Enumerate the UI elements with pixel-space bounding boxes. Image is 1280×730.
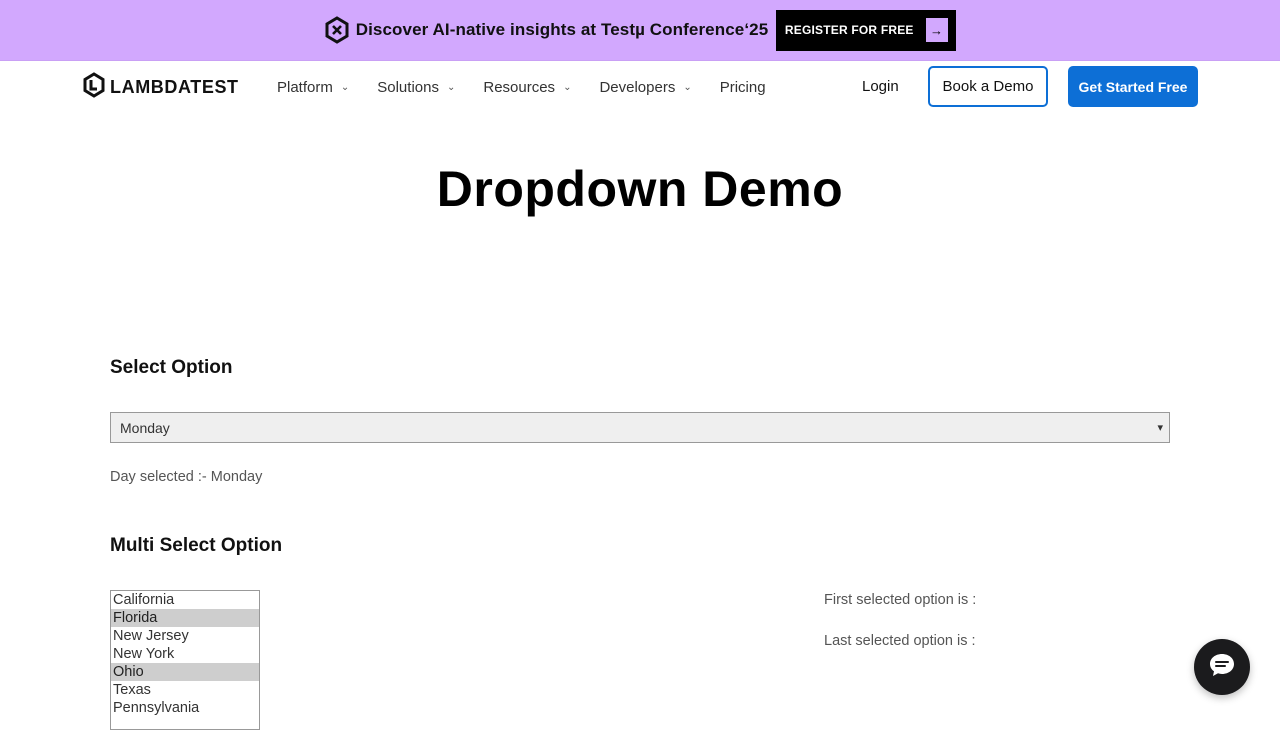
chevron-down-icon: ⌄ (446, 81, 456, 93)
first-selected-label: First selected option is : (824, 592, 977, 608)
menu-item-label: Developers (599, 78, 676, 96)
day-selected-result: Day selected :- Monday (110, 469, 263, 485)
menu-item-resources[interactable]: Resources ⌄ (483, 79, 571, 96)
brand-logo[interactable]: LAMBDATEST (82, 71, 239, 103)
register-button[interactable]: REGISTER FOR FREE → (776, 9, 957, 51)
testmu-logo-icon (324, 16, 350, 44)
menu-item-label: Solutions (377, 78, 439, 96)
menu-item-solutions[interactable]: Solutions ⌄ (377, 79, 455, 96)
chevron-down-icon: ▾ (1157, 422, 1163, 434)
menu-item-label: Platform (277, 78, 333, 96)
lambdatest-logo-icon (82, 71, 106, 103)
menu-item-developers[interactable]: Developers ⌄ (599, 79, 691, 96)
menu-item-label: Pricing (719, 78, 766, 96)
list-item[interactable]: New York (111, 645, 259, 663)
day-select-value: Monday (120, 419, 170, 436)
login-link[interactable]: Login (862, 78, 899, 95)
promo-banner: Discover AI-native insights at Testµ Con… (0, 0, 1280, 61)
brand-name: LAMBDATEST (110, 76, 239, 97)
multi-select-heading: Multi Select Option (110, 535, 283, 556)
list-item[interactable]: Texas (111, 681, 259, 699)
select-option-heading: Select Option (110, 357, 233, 378)
states-multi-select[interactable]: California Florida New Jersey New York O… (110, 590, 260, 730)
list-item[interactable]: Ohio (111, 663, 259, 681)
last-selected-label: Last selected option is : (824, 633, 976, 649)
navbar: LAMBDATEST Platform ⌄ Solutions ⌄ Resour… (0, 61, 1280, 113)
chat-button[interactable] (1194, 639, 1250, 695)
get-started-button[interactable]: Get Started Free (1068, 66, 1198, 107)
page-title: Dropdown Demo (436, 161, 844, 217)
chevron-down-icon: ⌄ (340, 81, 350, 93)
menu-item-platform[interactable]: Platform ⌄ (277, 79, 349, 96)
arrow-right-icon: → (925, 18, 948, 42)
book-demo-button[interactable]: Book a Demo (928, 66, 1048, 107)
list-item[interactable]: Florida (111, 609, 259, 627)
chat-bubble-icon (1207, 651, 1237, 684)
menu-item-pricing[interactable]: Pricing (720, 79, 766, 96)
list-item[interactable]: California (111, 591, 259, 609)
list-item[interactable]: Pennsylvania (111, 699, 259, 717)
menu-item-label: Resources (483, 78, 556, 96)
main-menu: Platform ⌄ Solutions ⌄ Resources ⌄ Devel… (277, 61, 794, 113)
promo-text: Discover AI-native insights at Testµ Con… (355, 20, 769, 39)
list-item[interactable]: New Jersey (111, 627, 259, 645)
chevron-down-icon: ⌄ (563, 81, 572, 93)
register-button-label: REGISTER FOR FREE (784, 23, 914, 37)
day-select[interactable]: Monday ▾ (110, 412, 1170, 443)
chevron-down-icon: ⌄ (683, 81, 692, 93)
